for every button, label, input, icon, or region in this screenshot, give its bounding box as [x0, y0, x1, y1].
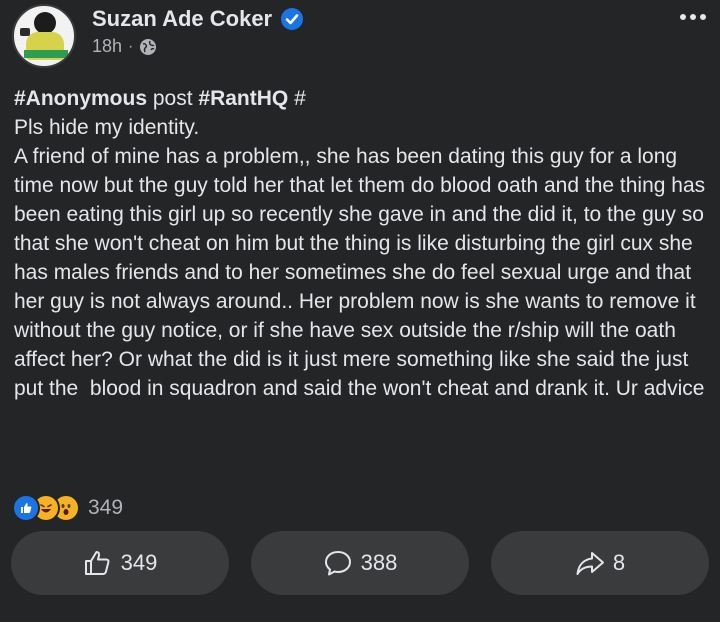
author-row: Suzan Ade Coker: [92, 6, 304, 32]
share-count: 8: [612, 550, 626, 575]
hashtag-anonymous[interactable]: #Anonymous: [14, 87, 147, 110]
more-options-icon[interactable]: [680, 14, 706, 20]
like-count: 349: [120, 550, 158, 575]
like-button[interactable]: 349: [11, 531, 229, 595]
title-mid: post: [147, 87, 199, 110]
share-arrow-icon: [576, 552, 604, 575]
post-body: Pls hide my identity. A friend of mine h…: [14, 116, 706, 400]
author-name[interactable]: Suzan Ade Coker: [92, 6, 272, 32]
like-reaction-icon: [12, 494, 40, 522]
reaction-summary[interactable]: 349: [12, 494, 123, 522]
globe-icon: [140, 38, 157, 55]
share-button[interactable]: 8: [491, 531, 709, 595]
action-bar: 349 388 8: [11, 531, 709, 595]
post-header: Suzan Ade Coker 18h ·: [12, 4, 708, 70]
thumbs-up-icon: [84, 551, 110, 575]
post-meta: 18h ·: [92, 36, 157, 57]
post-title-line: #Anonymous post #RantHQ #: [14, 84, 714, 113]
meta-separator: ·: [128, 37, 134, 55]
hashtag-ranthq[interactable]: #RantHQ: [198, 87, 288, 110]
post-time[interactable]: 18h: [92, 36, 122, 57]
comment-count: 388: [360, 550, 398, 575]
comment-icon: [324, 551, 351, 576]
verified-badge-icon: [281, 8, 304, 30]
post-content: #Anonymous post #RantHQ # Pls hide my id…: [14, 84, 714, 403]
comment-button[interactable]: 388: [251, 531, 469, 595]
title-end: #: [288, 87, 306, 110]
reaction-count: 349: [88, 496, 124, 519]
avatar[interactable]: [12, 4, 76, 68]
